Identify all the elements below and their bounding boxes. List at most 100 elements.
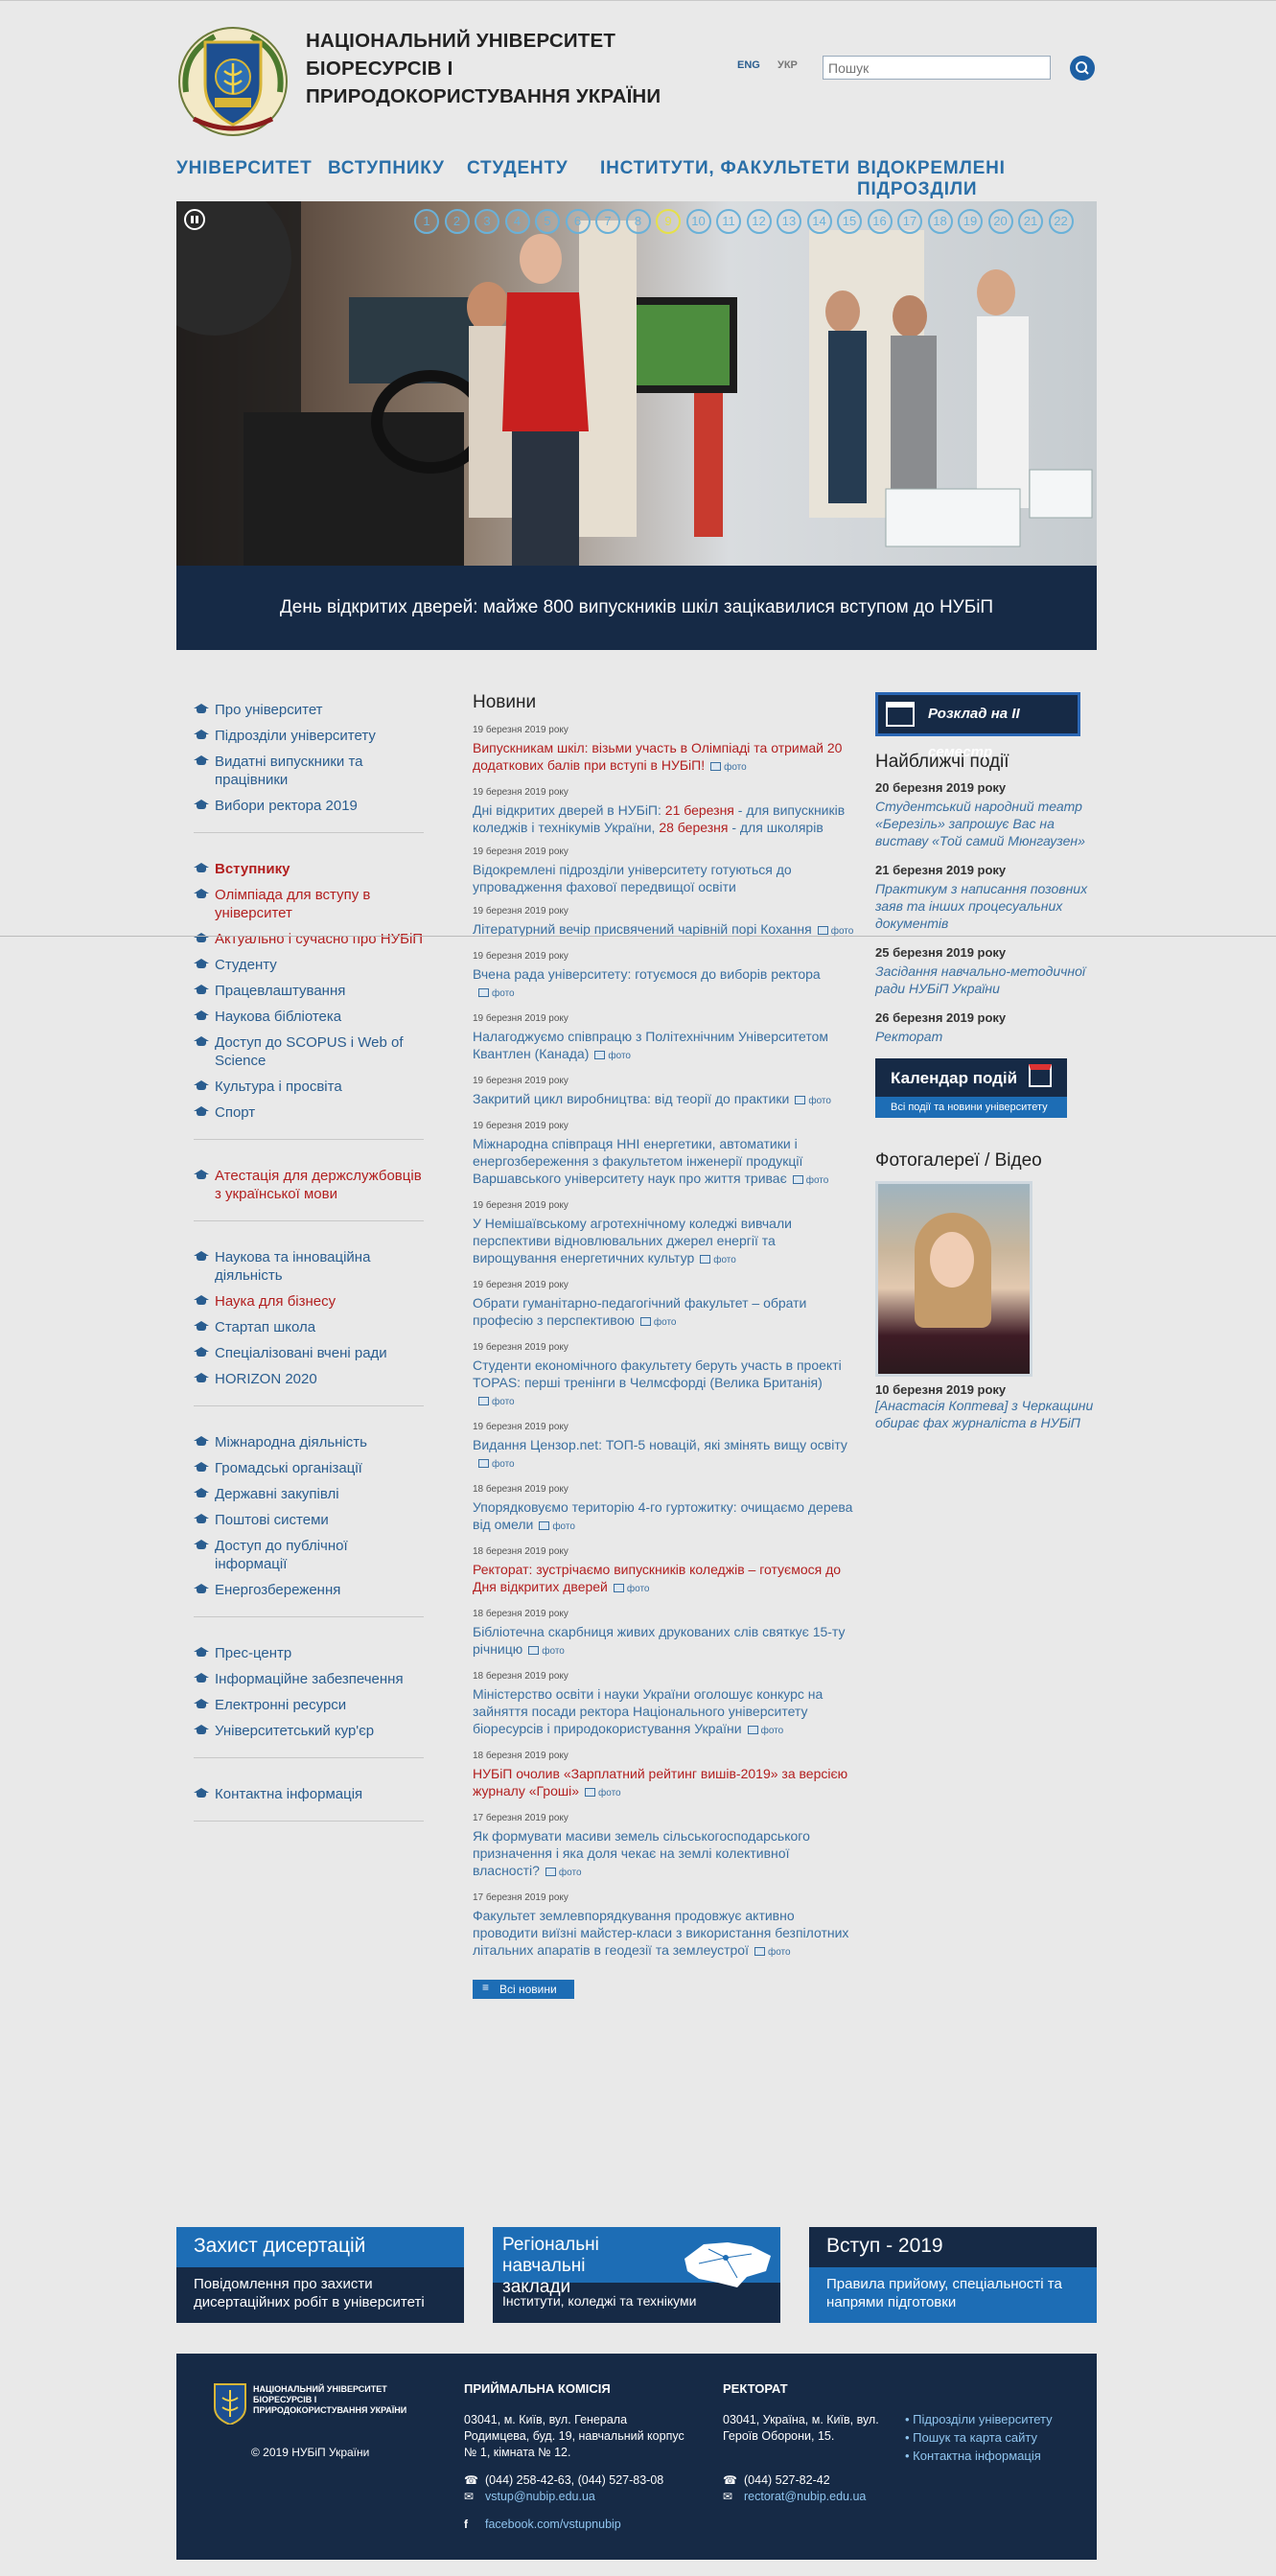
left-menu-item[interactable]: Наукова та інноваційна діяльність	[194, 1248, 424, 1285]
photo-link[interactable]: фото	[528, 1643, 565, 1660]
news-title[interactable]: У Немішаївському агротехнічному коледжі …	[473, 1215, 856, 1269]
left-menu-item[interactable]: Про університет	[194, 701, 424, 719]
event-title[interactable]: Студентський народний театр «Березіль» з…	[875, 798, 1096, 849]
news-title[interactable]: Як формувати масиви земель сільськогоспо…	[473, 1827, 856, 1882]
lang-english-link[interactable]: ENG	[737, 59, 760, 71]
left-menu-item[interactable]: Атестація для держслужбовців з українськ…	[194, 1167, 424, 1203]
news-title[interactable]: Бібліотечна скарбниця живих друкованих с…	[473, 1623, 856, 1660]
photo-link[interactable]: фото	[640, 1314, 677, 1332]
event-title[interactable]: Практикум з написання позовних заяв та і…	[875, 880, 1096, 932]
photo-link[interactable]: фото	[818, 923, 854, 940]
news-title[interactable]: Обрати гуманітарно-педагогічний факульте…	[473, 1294, 856, 1332]
left-menu-item[interactable]: Громадські організації	[194, 1459, 424, 1477]
photo-link[interactable]: фото	[594, 1048, 631, 1065]
left-menu-item[interactable]: Культура і просвіта	[194, 1078, 424, 1096]
slider-dot-19[interactable]: 19	[958, 209, 983, 234]
news-title[interactable]: Закритий цикл виробництва: від теорії до…	[473, 1090, 856, 1110]
slider-dot-5[interactable]: 5	[535, 209, 560, 234]
news-title[interactable]: Студенти економічного факультету беруть …	[473, 1357, 856, 1411]
slider-dot-17[interactable]: 17	[897, 209, 922, 234]
nav-applicant[interactable]: ВСТУПНИКУ	[328, 158, 445, 179]
photo-link[interactable]: фото	[478, 1394, 515, 1411]
left-menu-item[interactable]: Вступнику	[194, 860, 424, 878]
lang-ukrainian-link[interactable]: УКР	[777, 59, 798, 71]
photo-link[interactable]: фото	[478, 1456, 515, 1474]
footer-logo-icon[interactable]	[213, 2382, 247, 2425]
gallery-title[interactable]: [Анастасія Коптева] з Черкащини обирає ф…	[875, 1397, 1096, 1431]
news-title[interactable]: Упорядковуємо територію 4-го гуртожитку:…	[473, 1498, 856, 1536]
photo-link[interactable]: фото	[700, 1252, 736, 1269]
slider-dot-12[interactable]: 12	[746, 209, 772, 234]
photo-link[interactable]: фото	[585, 1785, 621, 1802]
slider-dot-11[interactable]: 11	[716, 209, 741, 234]
news-title[interactable]: Налагоджуємо співпрацю з Політехнічним У…	[473, 1028, 856, 1065]
slider-dot-22[interactable]: 22	[1048, 209, 1074, 234]
search-button[interactable]	[1070, 56, 1095, 81]
nav-institutes[interactable]: ІНСТИТУТИ, ФАКУЛЬТЕТИ	[600, 158, 850, 179]
left-menu-item[interactable]: Підрозділи університету	[194, 727, 424, 745]
slider-dot-1[interactable]: 1	[414, 209, 439, 234]
photo-link[interactable]: фото	[545, 1865, 582, 1882]
left-menu-item[interactable]: Інформаційне забезпечення	[194, 1670, 424, 1688]
slider-dot-9[interactable]: 9	[656, 209, 681, 234]
left-menu-item[interactable]: Енергозбереження	[194, 1581, 424, 1599]
news-title[interactable]: Видання Цензор.net: ТОП-5 новацій, які з…	[473, 1436, 856, 1474]
university-logo-icon[interactable]	[176, 25, 290, 138]
news-title[interactable]: Вчена рада університету: готуємося до ви…	[473, 965, 856, 1003]
slider-dot-13[interactable]: 13	[777, 209, 801, 234]
slider-dot-6[interactable]: 6	[565, 209, 591, 234]
photo-link[interactable]: фото	[539, 1519, 575, 1536]
search-input[interactable]	[823, 56, 1051, 80]
photo-link[interactable]: фото	[614, 1581, 650, 1598]
slider-dot-10[interactable]: 10	[685, 209, 711, 234]
slider-dot-2[interactable]: 2	[444, 209, 470, 234]
nav-branches[interactable]: ВІДОКРЕМЛЕНІ ПІДРОЗДІЛИ	[857, 158, 1097, 200]
promo-dissertations[interactable]: Захист дисертацій Повідомлення про захис…	[176, 2227, 464, 2323]
photo-link[interactable]: фото	[710, 759, 747, 777]
left-menu-item[interactable]: Олімпіада для вступу в університет	[194, 886, 424, 922]
slider-dot-20[interactable]: 20	[987, 209, 1013, 234]
left-menu-item[interactable]: Спеціалізовані вчені ради	[194, 1344, 424, 1362]
left-menu-item[interactable]: Наука для бізнесу	[194, 1292, 424, 1311]
left-menu-item[interactable]: HORIZON 2020	[194, 1370, 424, 1388]
news-title[interactable]: Випускникам шкіл: візьми участь в Олімпі…	[473, 739, 856, 777]
nav-student[interactable]: СТУДЕНТУ	[467, 158, 568, 179]
photo-link[interactable]: фото	[748, 1723, 784, 1740]
left-menu-item[interactable]: Стартап школа	[194, 1318, 424, 1336]
calendar-button[interactable]: Календар подій Всі події та новини уніве…	[875, 1058, 1067, 1118]
slider-dot-4[interactable]: 4	[504, 209, 530, 234]
footer-link[interactable]: • Контактна інформація	[905, 2448, 1087, 2464]
left-menu-item[interactable]: Державні закупівлі	[194, 1485, 424, 1503]
footer-rectorate-email[interactable]: rectorat@nubip.edu.ua	[744, 2490, 866, 2503]
left-menu-item[interactable]: Вибори ректора 2019	[194, 797, 424, 815]
news-title[interactable]: Міністерство освіти і науки України огол…	[473, 1685, 856, 1740]
news-title[interactable]: НУБіП очолив «Зарплатний рейтинг вишів-2…	[473, 1765, 856, 1802]
slider-dot-18[interactable]: 18	[927, 209, 953, 234]
slider-dot-16[interactable]: 16	[867, 209, 893, 234]
left-menu-item[interactable]: Міжнародна діяльність	[194, 1433, 424, 1451]
photo-link[interactable]: фото	[795, 1093, 831, 1110]
slider-dot-14[interactable]: 14	[806, 209, 832, 234]
left-menu-item[interactable]: Прес-центр	[194, 1644, 424, 1662]
left-menu-item[interactable]: Працевлаштування	[194, 982, 424, 1000]
promo-regional[interactable]: Регіональні навчальні заклади Інститути,…	[493, 2227, 780, 2323]
left-menu-item[interactable]: Доступ до публічної інформації	[194, 1537, 424, 1573]
slider-caption[interactable]: День відкритих дверей: майже 800 випускн…	[176, 566, 1097, 650]
news-title[interactable]: Міжнародна співпраця ННІ енергетики, авт…	[473, 1135, 856, 1190]
event-title[interactable]: Ректорат	[875, 1028, 1096, 1045]
left-menu-item[interactable]: Спорт	[194, 1103, 424, 1122]
gallery-photo[interactable]	[875, 1181, 1032, 1377]
slider-dot-7[interactable]: 7	[595, 209, 620, 234]
left-menu-item[interactable]: Доступ до SCOPUS і Web of Science	[194, 1033, 424, 1070]
slider-dot-21[interactable]: 21	[1018, 209, 1043, 234]
university-title[interactable]: НАЦІОНАЛЬНИЙ УНІВЕРСИТЕТ БІОРЕСУРСІВ І П…	[306, 27, 708, 110]
photo-link[interactable]: фото	[478, 986, 515, 1003]
left-menu-item[interactable]: Поштові системи	[194, 1511, 424, 1529]
news-title[interactable]: Дні відкритих дверей в НУБіП: 21 березня…	[473, 801, 856, 836]
news-title[interactable]: Літературний вечір присвячений чарівній …	[473, 920, 856, 940]
news-title[interactable]: Відокремлені підрозділи університету гот…	[473, 861, 856, 895]
left-menu-item[interactable]: Електронні ресурси	[194, 1696, 424, 1714]
event-title[interactable]: Засідання навчально-методичної ради НУБі…	[875, 963, 1096, 997]
hero-slider[interactable]: 1 2 3 4 5 6 7 8 9 10 11 12 13 14 15 16 17 18 19 20 21 22	[176, 201, 1097, 566]
footer-link[interactable]: • Пошук та карта сайту	[905, 2429, 1087, 2446]
